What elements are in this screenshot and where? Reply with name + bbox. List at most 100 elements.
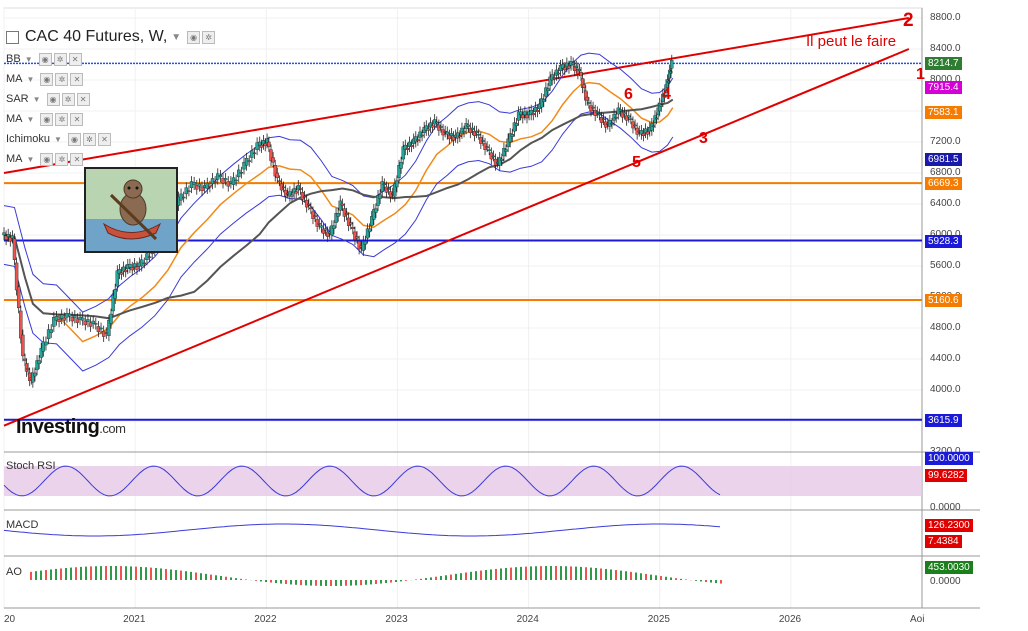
candle-body-152 [355,236,359,239]
candle-body-40 [94,323,98,325]
gear-icon[interactable]: ✲ [55,152,69,166]
indicator-row-ma[interactable]: MA ▼ ◉ ✲ ✕ [6,151,85,167]
candle-body-78 [187,190,191,193]
indicator-row-sar[interactable]: SAR ▼ ◉ ✲ ✕ [6,91,92,107]
ao-bar-129 [675,578,677,580]
ao-bar-63 [345,580,347,586]
candle-body-55 [128,263,132,268]
candle-body-125 [298,188,303,190]
eye-icon[interactable]: ◉ [40,112,54,126]
gear-icon[interactable]: ✲ [82,132,96,146]
candle-body-32 [73,315,77,319]
indicator-row-ma[interactable]: MA ▼ ◉ ✲ ✕ [6,71,85,87]
groundhog-in-boat-illustration [86,169,176,251]
gear-icon[interactable]: ✲ [202,30,216,44]
candle-body-222 [502,147,506,157]
ao-bar-54 [300,580,302,586]
ao-bar-90 [480,570,482,580]
close-icon[interactable]: ✕ [68,52,82,66]
ao-bar-122 [640,573,642,580]
price-chart[interactable] [0,0,1028,631]
ao-bar-57 [315,580,317,586]
candle-body-153 [357,240,361,250]
candle-body-173 [399,161,403,169]
ao-bar-110 [580,566,582,580]
ao-bar-128 [670,577,672,580]
ao-bar-89 [475,571,477,580]
gear-icon[interactable]: ✲ [53,52,67,66]
chevron-down-icon[interactable]: ▼ [25,55,33,64]
candle-body-26 [57,319,61,323]
candle-body-220 [498,157,502,166]
x-tick-label-0: 20 [4,614,16,625]
gear-icon[interactable]: ✲ [55,112,69,126]
close-icon[interactable]: ✕ [70,152,84,166]
ao-bar-56 [310,580,312,586]
chart-title-row: CAC 40 Futures, W, ▼ ◉ ✲ [6,28,217,46]
macd-badge-line: 126.2300 [925,519,973,532]
candle-body-284 [627,115,631,118]
candle-body-85 [205,182,209,189]
gear-icon[interactable]: ✲ [55,72,69,86]
indicator-row-ma[interactable]: MA ▼ ◉ ✲ ✕ [6,111,85,127]
ao-bar-33 [195,572,197,580]
annotation-3: 3 [699,130,708,147]
ao-bar-96 [510,567,512,580]
candle-body-192 [439,126,443,128]
chevron-down-icon[interactable]: ▼ [54,135,62,144]
chevron-down-icon[interactable]: ▼ [27,75,35,84]
ao-bar-34 [200,573,202,580]
candle-body-200 [456,132,460,139]
ao-bar-31 [185,571,187,580]
eye-icon[interactable]: ◉ [67,132,81,146]
close-icon[interactable]: ✕ [76,92,90,106]
close-icon[interactable]: ✕ [97,132,111,146]
candle-body-114 [275,172,280,178]
candle-body-87 [210,178,215,185]
annotation-6: 6 [624,86,633,103]
price-badge-0: 8214.7 [925,57,962,71]
candle-body-260 [579,72,583,76]
candle-body-96 [234,179,238,182]
ao-bar-61 [335,580,337,586]
ao-bar-38 [220,576,222,580]
candle-body-215 [487,149,491,151]
stoch-badge-k: 100.0000 [925,452,973,465]
eye-icon[interactable]: ◉ [46,92,60,106]
gear-icon[interactable]: ✲ [61,92,75,106]
ao-bar-125 [655,575,657,580]
y-tick-label-2: 4000.0 [930,384,961,395]
chevron-down-icon[interactable]: ▼ [33,95,41,104]
ao-bar-83 [445,575,447,580]
ao-bar-99 [525,566,527,580]
candle-body-180 [414,136,418,143]
price-badge-3: 6981.5 [925,152,962,166]
chevron-down-icon[interactable]: ▼ [171,32,181,43]
chevron-down-icon[interactable]: ▼ [27,115,35,124]
indicator-row-ichimoku[interactable]: Ichimoku ▼ ◉ ✲ ✕ [6,131,113,147]
macd-line [3,523,721,537]
price-badge-6: 5160.6 [925,294,962,308]
eye-icon[interactable]: ◉ [38,52,52,66]
ao-bar-119 [625,571,627,580]
x-tick-label-1: 2021 [123,614,146,625]
close-icon[interactable]: ✕ [70,72,84,86]
candle-body-203 [462,130,466,133]
close-icon[interactable]: ✕ [70,112,84,126]
indicator-row-bb[interactable]: BB ▼ ◉ ✲ ✕ [6,51,84,67]
annotation-1: 1 [916,66,925,83]
ao-bar-16 [110,566,112,580]
eye-icon[interactable]: ◉ [40,72,54,86]
candle-body-255 [571,62,575,65]
chevron-down-icon[interactable]: ▼ [27,155,35,164]
eye-icon[interactable]: ◉ [40,152,54,166]
price-badge-7: 3615.9 [925,413,962,427]
eye-icon[interactable]: ◉ [187,30,201,44]
ao-bar-105 [555,566,557,580]
visibility-checkbox[interactable] [6,30,19,44]
candle-body-42 [99,327,103,330]
candle-body-183 [420,134,424,137]
candle-body-232 [523,111,527,116]
candle-body-231 [521,114,525,119]
candle-body-238 [535,110,540,112]
